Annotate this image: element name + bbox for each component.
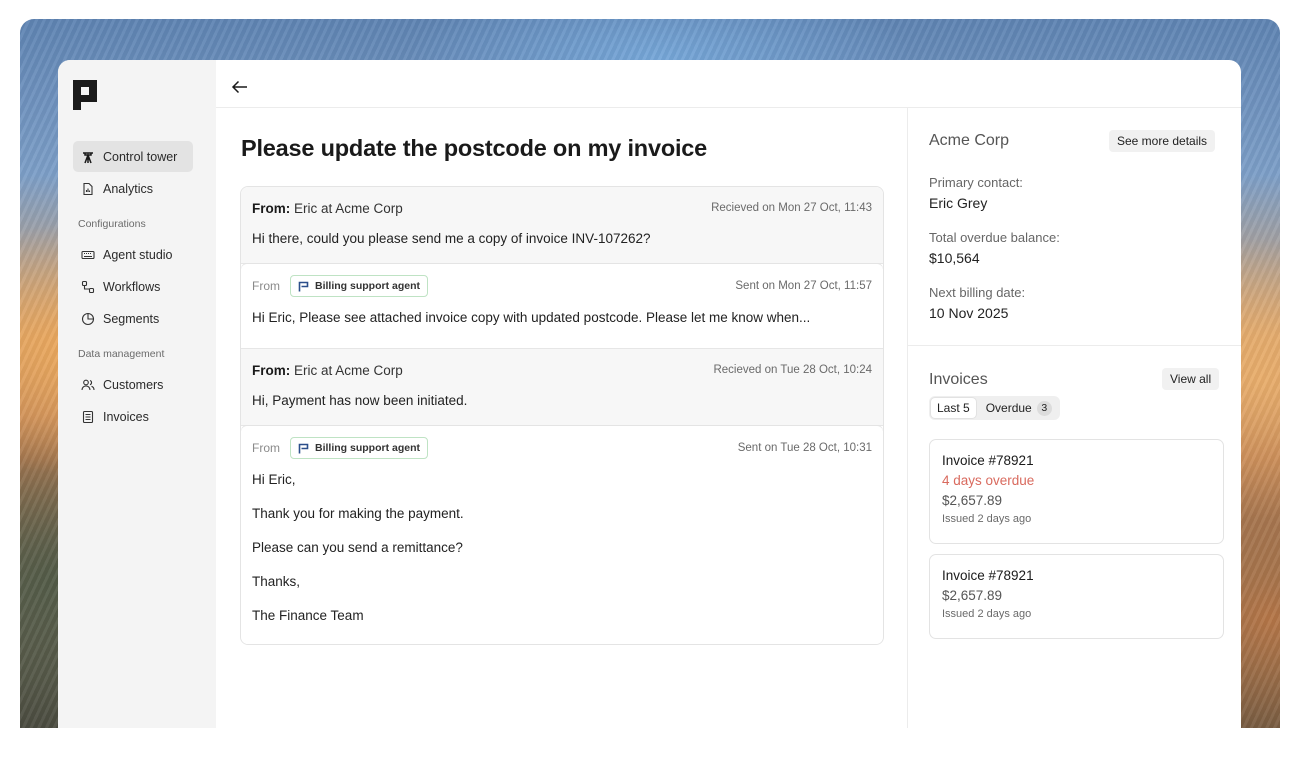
sidebar-item-segments[interactable]: Segments <box>73 303 193 334</box>
workflow-icon <box>81 280 95 293</box>
invoices-heading: Invoices <box>929 371 988 388</box>
sidebar-item-label: Segments <box>103 311 160 326</box>
message-body-line: The Finance Team <box>252 608 364 623</box>
document-icon <box>82 410 94 423</box>
sidebar-item-customers[interactable]: Customers <box>73 369 193 400</box>
filter-overdue[interactable]: Overdue 3 <box>980 398 1058 418</box>
data-management-heading: Data management <box>78 348 165 360</box>
conversation-panel: Please update the postcode on my invoice… <box>216 108 907 728</box>
message-sender: From Billing support agent <box>252 275 428 297</box>
invoice-title: Invoice #78921 <box>942 568 1034 583</box>
overdue-balance-value: $10,564 <box>929 250 980 266</box>
invoice-amount: $2,657.89 <box>942 493 1003 508</box>
message-sender: From: Eric at Acme Corp <box>252 200 403 216</box>
message-timestamp: Recieved on Tue 28 Oct, 10:24 <box>713 364 872 376</box>
message-body: Hi Eric, Please see attached invoice cop… <box>252 310 811 325</box>
page-title: Please update the postcode on my invoice <box>241 135 708 161</box>
pie-icon <box>81 312 95 325</box>
flag-icon <box>298 281 309 291</box>
sidebar-item-label: Invoices <box>103 409 149 424</box>
invoice-card[interactable]: Invoice #78921 4 days overdue $2,657.89 … <box>929 439 1224 544</box>
sidebar-item-label: Agent studio <box>103 247 173 262</box>
sidebar-item-invoices[interactable]: Invoices <box>73 401 193 432</box>
invoice-status: 4 days overdue <box>942 473 1035 488</box>
message-timestamp: Recieved on Mon 27 Oct, 11:43 <box>711 202 872 214</box>
main-panel: Please update the postcode on my invoice… <box>216 60 1241 728</box>
company-name: Acme Corp <box>929 132 1010 149</box>
top-bar <box>216 60 1241 108</box>
next-billing-label: Next billing date: <box>929 285 1026 300</box>
back-arrow-icon[interactable] <box>231 78 249 96</box>
sidebar-item-agent-studio[interactable]: Agent studio <box>73 239 193 270</box>
message-item[interactable]: From: Eric at Acme Corp Recieved on Tue … <box>241 349 883 426</box>
invoice-amount: $2,657.89 <box>942 588 1003 603</box>
sidebar-item-control-tower[interactable]: Control tower <box>73 141 193 172</box>
view-all-invoices-button[interactable]: View all <box>1162 368 1220 390</box>
message-sender: From Billing support agent <box>252 437 428 459</box>
logo-icon <box>73 80 97 112</box>
invoice-title: Invoice #78921 <box>942 453 1034 468</box>
sidebar-nav: Control tower Analytics Configurations A… <box>73 141 193 433</box>
message-body-line: Thanks, <box>252 574 301 589</box>
sidebar-item-label: Workflows <box>103 279 161 294</box>
customer-details-panel: Acme Corp See more details Primary conta… <box>907 108 1241 728</box>
agent-badge[interactable]: Billing support agent <box>290 275 428 297</box>
keyboard-icon <box>81 250 95 259</box>
chart-file-icon <box>83 182 93 195</box>
primary-contact-value: Eric Grey <box>929 195 988 211</box>
tower-icon <box>83 151 93 163</box>
filter-last-5[interactable]: Last 5 <box>931 398 976 418</box>
app-window: Control tower Analytics Configurations A… <box>58 60 1241 728</box>
message-body-line: Hi Eric, <box>252 472 296 487</box>
see-more-details-button[interactable]: See more details <box>1109 130 1216 152</box>
flag-icon <box>298 443 309 453</box>
invoice-card[interactable]: Invoice #78921 $2,657.89 Issued 2 days a… <box>929 554 1224 639</box>
sidebar-item-workflows[interactable]: Workflows <box>73 271 193 302</box>
invoice-issued-date: Issued 2 days ago <box>942 513 1032 525</box>
message-sender: From: Eric at Acme Corp <box>252 362 403 378</box>
invoice-issued-date: Issued 2 days ago <box>942 608 1032 620</box>
primary-contact-label: Primary contact: <box>929 175 1023 190</box>
sidebar: Control tower Analytics Configurations A… <box>58 60 216 728</box>
message-body-line: Please can you send a remittance? <box>252 540 463 555</box>
next-billing-value: 10 Nov 2025 <box>929 305 1009 321</box>
overdue-balance-label: Total overdue balance: <box>929 230 1060 245</box>
message-thread: From: Eric at Acme Corp Recieved on Mon … <box>240 186 884 645</box>
configurations-heading: Configurations <box>78 218 146 230</box>
message-body-line: Thank you for making the payment. <box>252 506 464 521</box>
users-icon <box>81 379 95 390</box>
overdue-count-badge: 3 <box>1036 400 1052 416</box>
message-body: Hi there, could you please send me a cop… <box>252 231 651 246</box>
sidebar-item-label: Customers <box>103 377 164 392</box>
message-item[interactable]: From: Eric at Acme Corp Recieved on Mon … <box>241 187 883 264</box>
agent-badge[interactable]: Billing support agent <box>290 437 428 459</box>
sidebar-item-label: Control tower <box>103 149 178 164</box>
invoice-filter-tabs: Last 5 Overdue 3 <box>929 396 1060 420</box>
message-item[interactable]: From Billing support agent Sent on Mon 2… <box>241 264 883 349</box>
message-body: Hi, Payment has now been initiated. <box>252 393 468 408</box>
sidebar-item-analytics[interactable]: Analytics <box>73 173 193 204</box>
message-item[interactable]: From Billing support agent Sent on Tue 2… <box>241 426 883 644</box>
message-timestamp: Sent on Mon 27 Oct, 11:57 <box>735 280 872 292</box>
section-divider <box>908 345 1241 346</box>
message-timestamp: Sent on Tue 28 Oct, 10:31 <box>737 442 872 454</box>
sidebar-item-label: Analytics <box>103 181 154 196</box>
